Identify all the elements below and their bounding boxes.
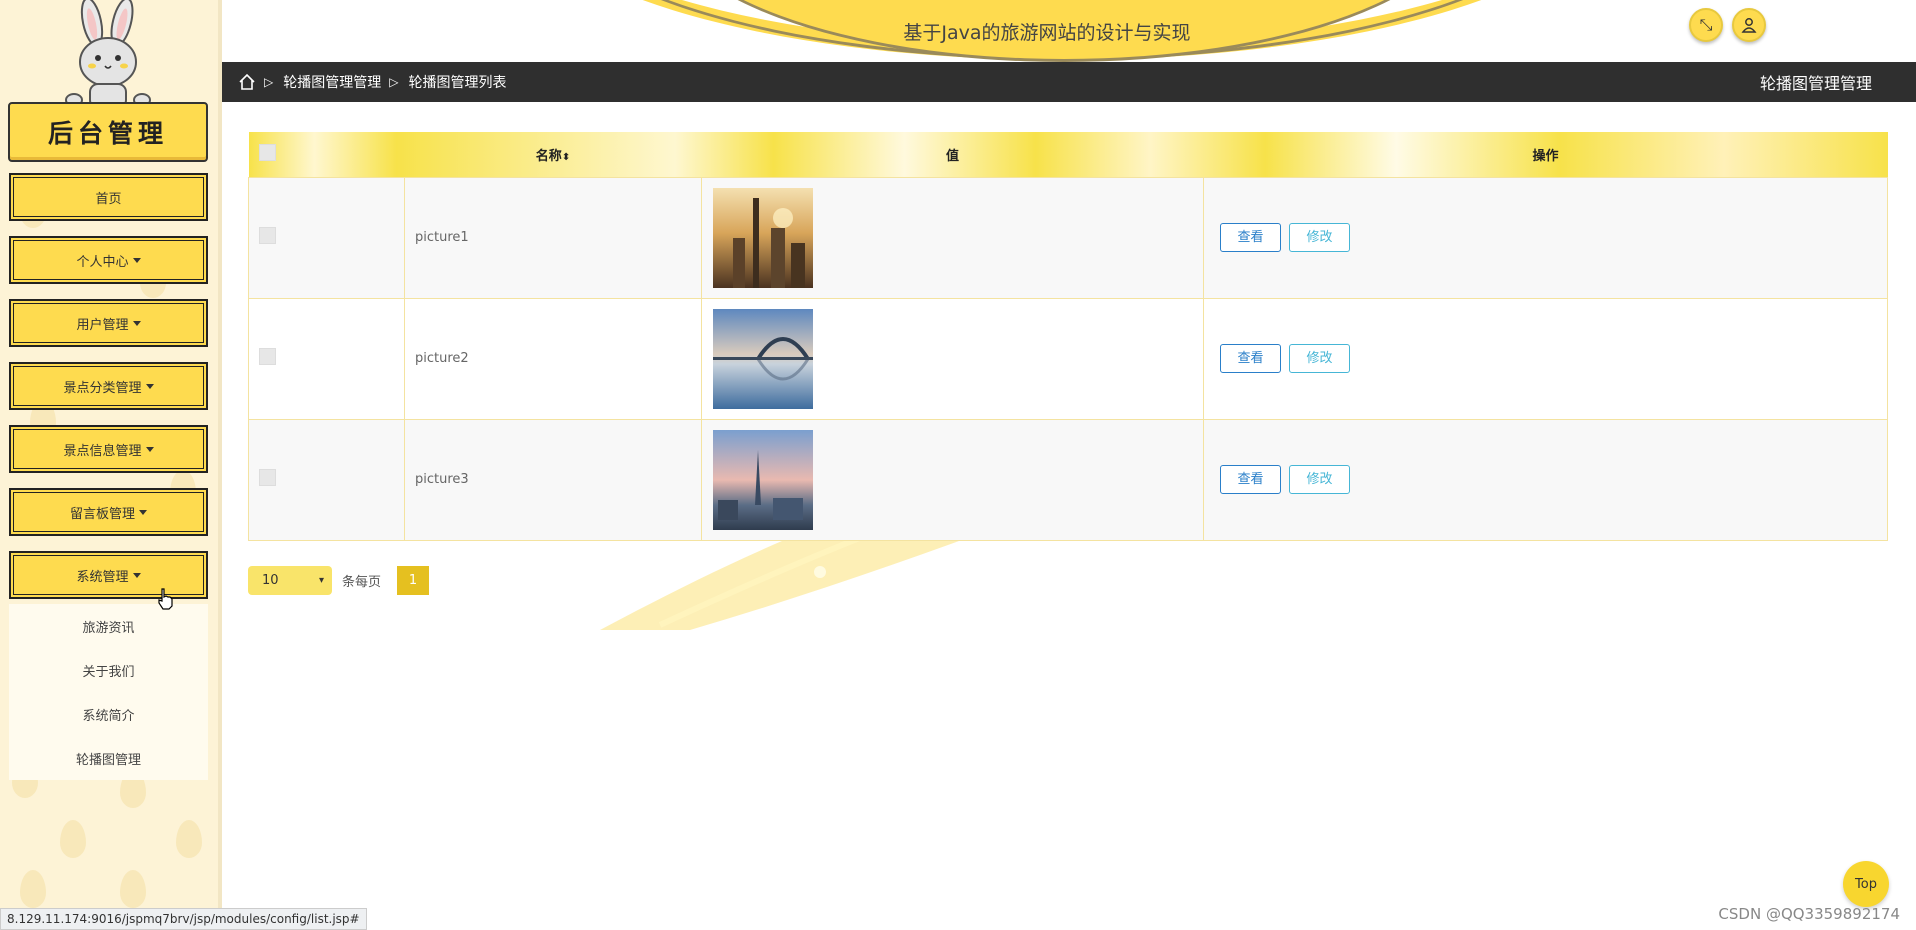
fullscreen-button[interactable]: ⤡	[1689, 8, 1723, 42]
caret-down-icon	[145, 446, 154, 452]
caret-down-icon	[145, 383, 154, 389]
caret-down-icon	[132, 572, 141, 578]
caret-down-icon	[139, 509, 147, 515]
sidebar: 后台管理 首页 个人中心 用户管理 景点分类管理 景点信息管理 留言板管理 系统…	[0, 0, 222, 930]
row-ops-cell: 查看 修改	[1203, 176, 1888, 299]
submenu-item-about-us[interactable]: 关于我们	[9, 648, 208, 692]
column-header-value: 值	[945, 148, 959, 164]
table-header-row: 名称⬍ 值 操作	[248, 132, 1888, 177]
sidebar-item-scenic-info[interactable]: 景点信息管理	[9, 425, 208, 473]
page-size-select[interactable]: 10 ▾	[248, 566, 332, 595]
row-ops-cell: 查看 修改	[1203, 297, 1888, 420]
edit-button[interactable]: 修改	[1289, 465, 1350, 494]
sidebar-item-profile[interactable]: 个人中心	[9, 236, 208, 284]
sidebar-item-label: 系统管理	[76, 569, 129, 585]
sidebar-menu: 首页 个人中心 用户管理 景点分类管理 景点信息管理 留言板管理 系统管理	[9, 173, 208, 614]
column-header-ops: 操作	[1532, 148, 1559, 164]
row-value-cell	[701, 176, 1204, 299]
sidebar-item-label: 个人中心	[76, 254, 129, 270]
top-header: 基于Java的旅游网站的设计与实现 ⤡	[222, 0, 1916, 62]
row-select-cell	[248, 297, 405, 420]
submenu-item-travel-news[interactable]: 旅游资讯	[9, 604, 208, 648]
sidebar-item-home[interactable]: 首页	[9, 173, 208, 221]
carousel-table: 名称⬍ 值 操作 picture1 查看 修改 picture2 查看 修改 p…	[248, 132, 1888, 541]
select-all-cell	[249, 132, 405, 177]
back-to-top-button[interactable]: Top	[1843, 861, 1889, 907]
caret-down-icon	[132, 320, 141, 326]
table-row: picture3 查看 修改	[248, 418, 1888, 541]
row-name: picture3	[404, 418, 702, 541]
watermark: CSDN @QQ3359892174	[1718, 905, 1900, 923]
hand-cursor-icon	[158, 588, 173, 610]
user-icon	[1741, 18, 1757, 33]
breadcrumb-item[interactable]: 轮播图管理管理	[283, 72, 381, 92]
sidebar-item-system[interactable]: 系统管理	[9, 551, 208, 599]
table-row: picture1 查看 修改	[248, 176, 1888, 299]
page-size-value: 10	[262, 573, 279, 588]
chevron-down-icon: ▾	[318, 575, 324, 586]
submenu-item-carousel[interactable]: 轮播图管理	[9, 736, 208, 780]
breadcrumb-item[interactable]: 轮播图管理列表	[408, 72, 506, 92]
row-select-cell	[248, 176, 405, 299]
user-button[interactable]	[1732, 8, 1766, 42]
breadcrumb-separator-icon: ▷	[389, 75, 399, 89]
submenu-item-system-intro[interactable]: 系统简介	[9, 692, 208, 736]
sidebar-item-label: 景点信息管理	[63, 443, 142, 459]
site-title: 基于Java的旅游网站的设计与实现	[903, 22, 1191, 44]
sidebar-item-scenic-category[interactable]: 景点分类管理	[9, 362, 208, 410]
sidebar-item-label: 留言板管理	[69, 506, 135, 522]
row-name: picture2	[404, 297, 702, 420]
bunny-logo	[65, 0, 151, 108]
row-value-cell	[701, 297, 1204, 420]
edit-button[interactable]: 修改	[1289, 344, 1350, 373]
table-row: picture2 查看 修改	[248, 297, 1888, 420]
main-content: 名称⬍ 值 操作 picture1 查看 修改 picture2 查看 修改 p…	[248, 132, 1888, 541]
home-icon[interactable]	[238, 73, 256, 91]
row-ops-cell: 查看 修改	[1203, 418, 1888, 541]
sidebar-item-label: 首页	[95, 191, 122, 207]
view-button[interactable]: 查看	[1220, 465, 1281, 494]
row-checkbox[interactable]	[259, 469, 276, 486]
bridge-lake-photo	[713, 308, 813, 409]
sort-icon[interactable]: ⬍	[562, 152, 570, 163]
city-sky-photo	[713, 429, 813, 530]
column-header-name[interactable]: 名称⬍	[405, 132, 702, 177]
per-page-label: 条每页	[342, 575, 382, 590]
view-button[interactable]: 查看	[1220, 344, 1281, 373]
select-all-checkbox[interactable]	[258, 143, 276, 161]
fullscreen-icon: ⤡	[1699, 15, 1713, 34]
page-number-button[interactable]: 1	[397, 566, 430, 595]
row-checkbox[interactable]	[259, 227, 276, 244]
caret-down-icon	[132, 257, 141, 263]
sidebar-item-label: 景点分类管理	[63, 380, 142, 396]
column-name-label: 名称	[535, 148, 562, 164]
pagination: 10 ▾ 条每页 1	[248, 566, 430, 595]
view-button[interactable]: 查看	[1220, 223, 1281, 252]
breadcrumb: ▷ 轮播图管理管理 ▷ 轮播图管理列表 轮播图管理管理	[222, 62, 1916, 102]
system-submenu: 旅游资讯 关于我们 系统简介 轮播图管理	[9, 604, 208, 780]
brand-title: 后台管理	[8, 102, 208, 162]
row-name: picture1	[404, 176, 702, 299]
sidebar-item-users[interactable]: 用户管理	[9, 299, 208, 347]
city-sunset-photo	[713, 187, 813, 288]
edit-button[interactable]: 修改	[1289, 223, 1350, 252]
sidebar-item-message-board[interactable]: 留言板管理	[9, 488, 208, 536]
row-select-cell	[248, 418, 405, 541]
page-title: 轮播图管理管理	[1759, 74, 1872, 93]
breadcrumb-separator-icon: ▷	[264, 75, 274, 89]
row-value-cell	[701, 418, 1204, 541]
sidebar-item-label: 用户管理	[76, 317, 129, 333]
status-bar-url: 8.129.11.174:9016/jspmq7brv/jsp/modules/…	[0, 908, 367, 930]
row-checkbox[interactable]	[259, 348, 276, 365]
